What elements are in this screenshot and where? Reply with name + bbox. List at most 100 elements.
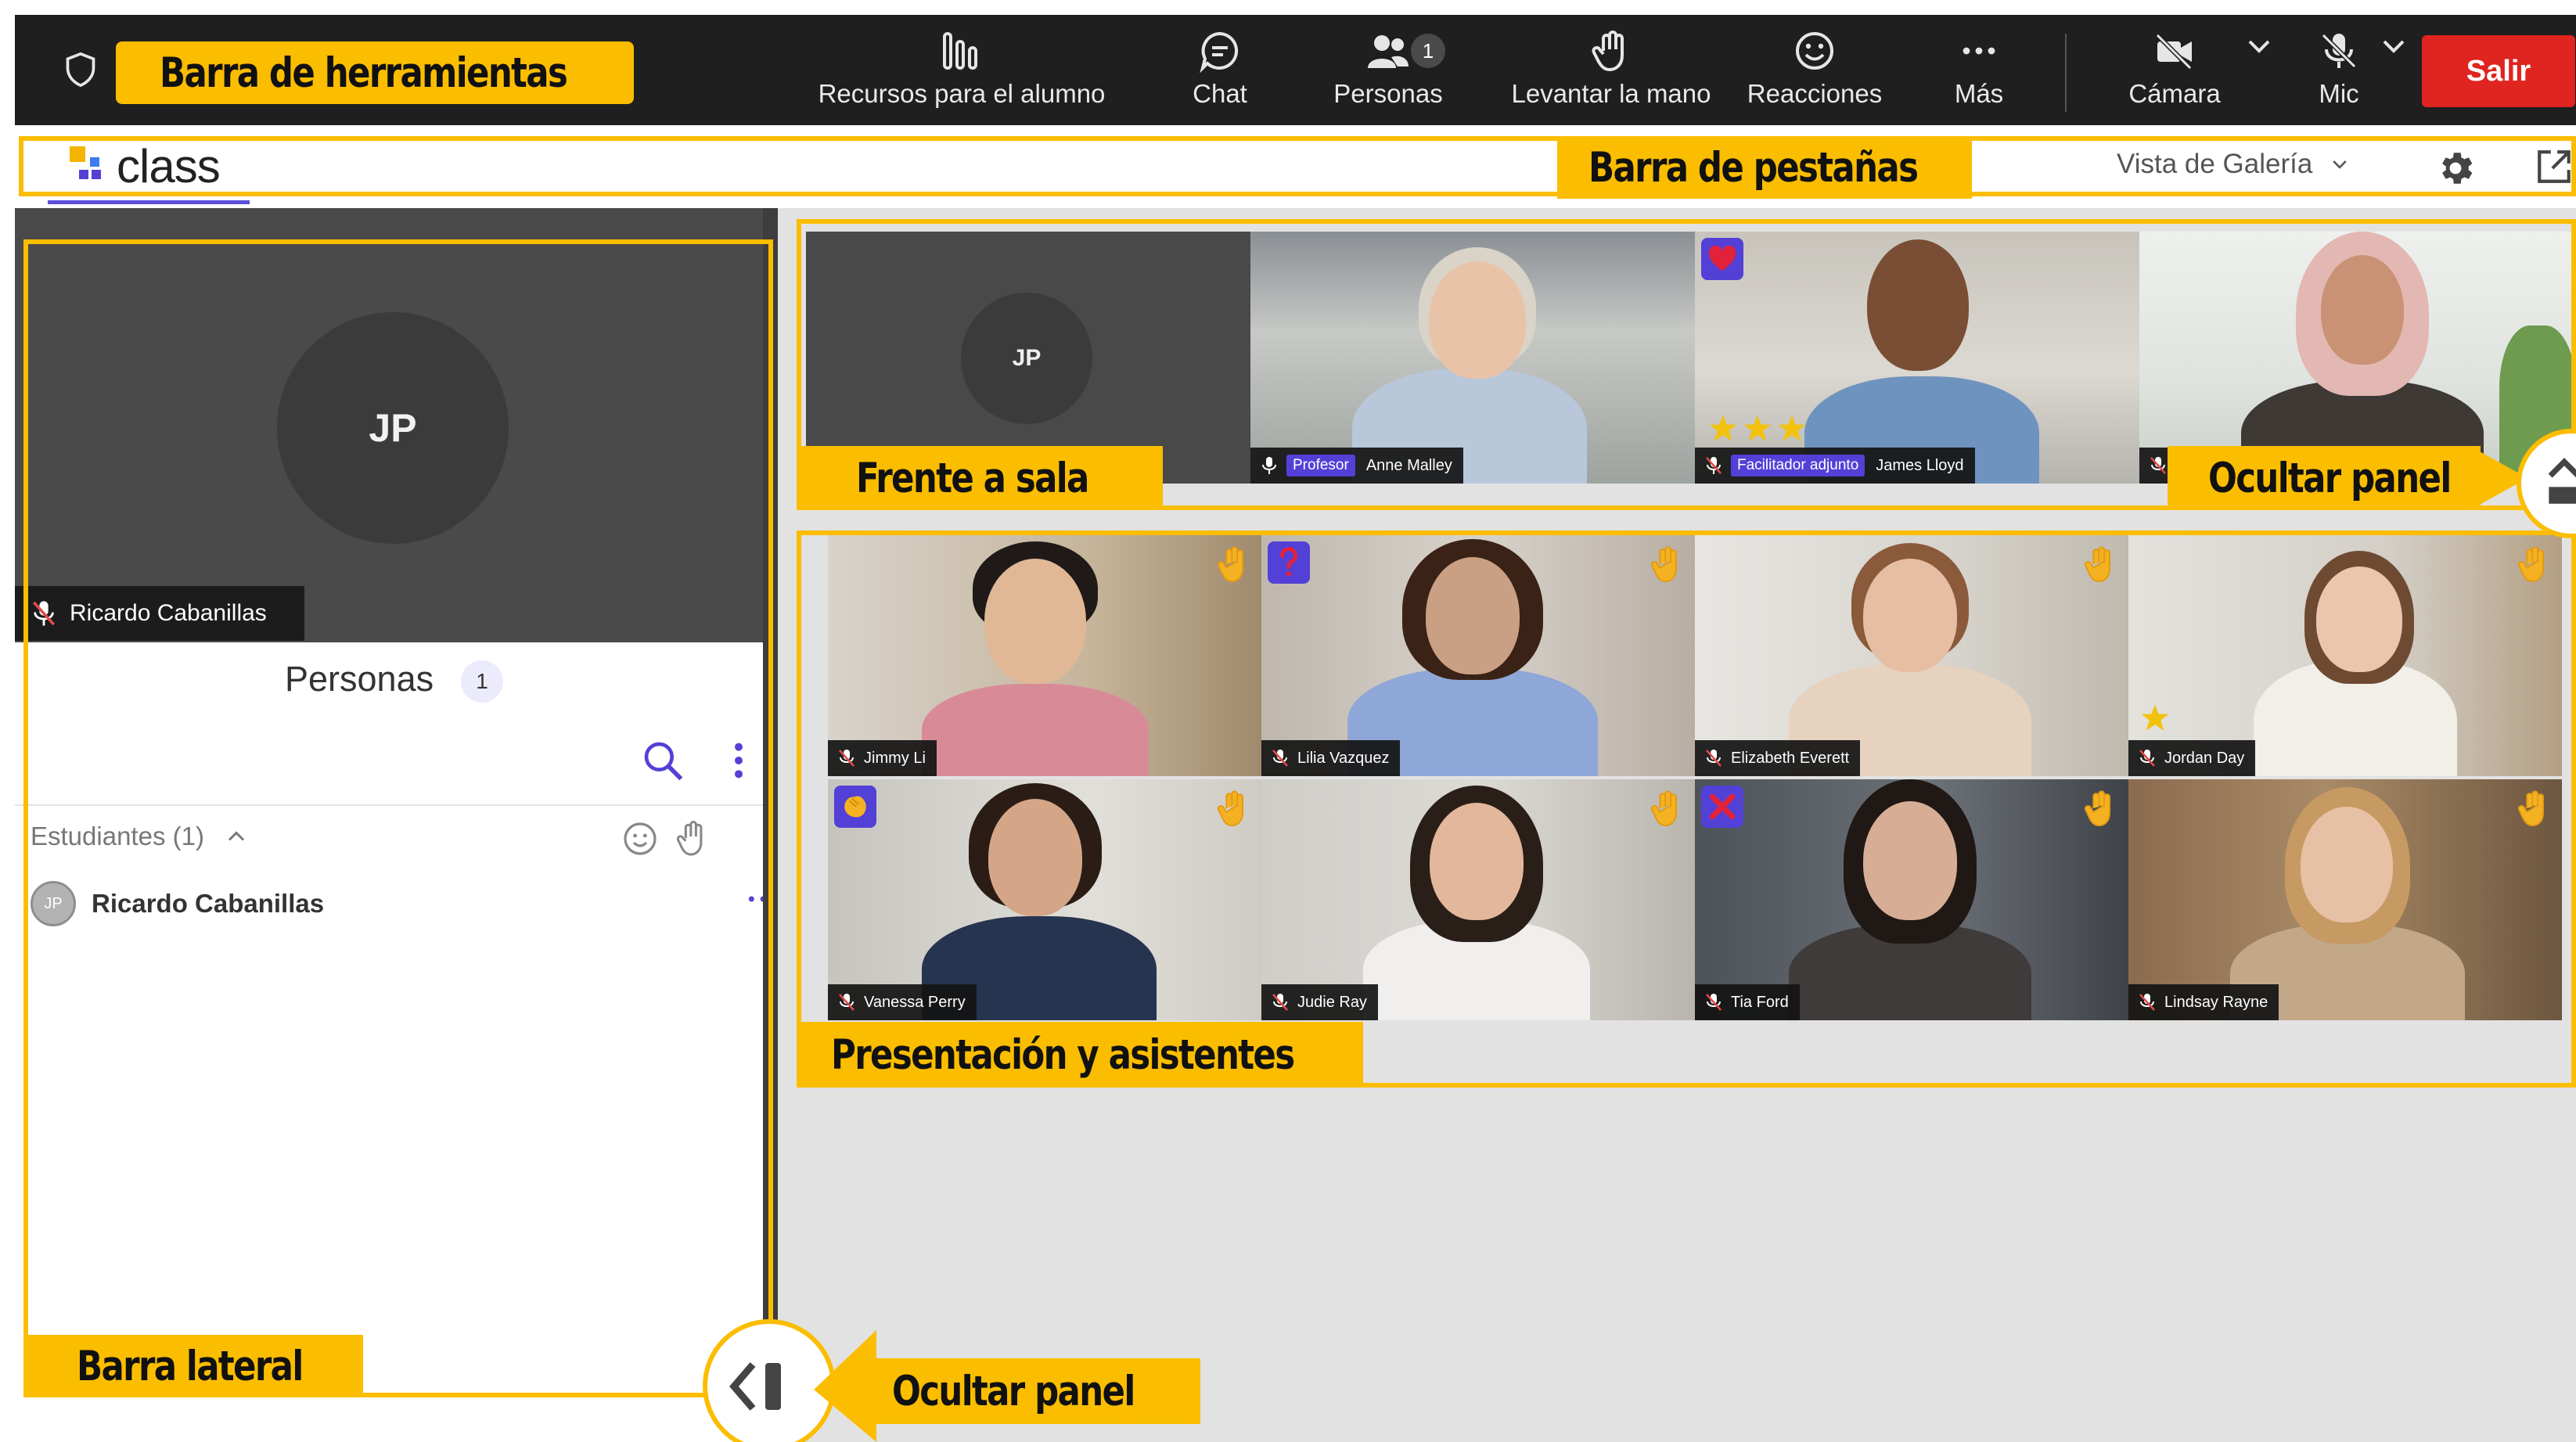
video-name-tag: Tia Ford <box>1695 984 1800 1020</box>
participant-name: Tia Ford <box>1731 993 1789 1011</box>
camera-chevron-down-icon[interactable] <box>2243 31 2275 62</box>
participant-name: Lilia Vazquez <box>1297 749 1390 767</box>
mic-muted-icon <box>2139 750 2155 767</box>
kebab-menu-icon[interactable] <box>731 740 747 781</box>
self-avatar: JP <box>277 312 509 544</box>
tabbar-callout: Barra de pestañas <box>1588 136 1919 199</box>
three-stars-icon <box>1709 415 1806 441</box>
gear-icon[interactable] <box>2434 147 2477 189</box>
role-badge: Profesor <box>1286 455 1355 476</box>
left-sidebar: JP Ricardo Cabanillas Personas 1 Estudia… <box>15 208 778 1442</box>
video-tile-attendee[interactable]: Elizabeth Everett <box>1695 535 2128 776</box>
reactions-label: Reacciones <box>1747 79 1883 108</box>
question-mark-icon <box>1279 547 1297 577</box>
student-resources-label: Recursos para el alumno <box>818 79 1106 108</box>
collapse-left-icon <box>729 1362 781 1411</box>
students-section-header[interactable]: Estudiantes (1) <box>31 822 248 851</box>
sidebar-scrollbar[interactable] <box>763 208 778 1442</box>
people-panel-count: 1 <box>461 660 503 703</box>
sidebar-callout: Barra lateral <box>77 1335 304 1397</box>
video-tile-attendee[interactable]: Judie Ray <box>1261 779 1695 1020</box>
hide-panel-top-callout: Ocultar panel <box>2208 446 2452 510</box>
more-button[interactable]: Más <box>1932 29 2026 123</box>
raised-hand-icon <box>2084 790 2110 827</box>
person-head <box>2321 255 2404 365</box>
person-head <box>1429 261 1526 379</box>
active-tab-indicator <box>48 200 250 204</box>
people-button[interactable]: Personas 1 <box>1314 29 1462 123</box>
mic-off-icon <box>2321 33 2357 69</box>
reaction-badge <box>834 786 876 828</box>
video-tile-attendee[interactable]: Lilia Vazquez <box>1261 535 1695 776</box>
video-tile-cohost[interactable]: Facilitador adjunto James Lloyd <box>1695 232 2139 484</box>
chat-label: Chat <box>1193 79 1247 108</box>
video-tile-attendee[interactable]: Lindsay Rayne <box>2128 779 2562 1020</box>
presentation-callout: Presentación y asistentes <box>831 1022 1295 1088</box>
participant-name: Judie Ray <box>1297 993 1367 1011</box>
person-head <box>988 799 1082 916</box>
clapping-hands-icon <box>844 796 866 818</box>
raised-hand-icon <box>2084 546 2110 583</box>
participant-name: Lindsay Rayne <box>2164 993 2268 1011</box>
smiley-icon <box>1796 32 1833 70</box>
chevron-down-icon <box>2333 160 2348 169</box>
reaction-badge <box>1268 541 1310 584</box>
video-tile-attendee[interactable]: Jimmy Li <box>828 535 1261 776</box>
participant-name: Anne Malley <box>1365 456 1452 474</box>
mic-muted-icon <box>839 994 854 1011</box>
self-name-tag: Ricardo Cabanillas <box>15 586 304 641</box>
mic-muted-icon <box>1706 457 1722 474</box>
popout-icon[interactable] <box>2535 147 2574 186</box>
person-head <box>2301 807 2393 922</box>
person-head <box>1867 239 1969 371</box>
video-name-tag: Vanessa Perry <box>828 984 977 1020</box>
person-head <box>1426 557 1520 674</box>
reaction-badge <box>1701 238 1743 280</box>
chevron-up-icon <box>228 831 245 841</box>
video-tile-teacher[interactable]: Profesor Anne Malley <box>1250 232 1695 484</box>
mic-muted-icon <box>32 601 56 626</box>
hand-icon <box>1592 31 1624 71</box>
front-row-avatar: JP <box>961 293 1092 424</box>
camera-button[interactable]: Cámara <box>2112 29 2237 123</box>
reaction-filter-smiley-icon[interactable] <box>621 820 659 858</box>
person-figure <box>922 684 1149 776</box>
reaction-badge <box>1701 786 1743 828</box>
mic-muted-icon <box>1706 750 1722 767</box>
person-head <box>1863 559 1957 672</box>
exit-button[interactable]: Salir <box>2422 35 2575 107</box>
participant-name: James Lloyd <box>1876 456 1964 474</box>
video-tile-attendee[interactable]: Vanessa Perry <box>828 779 1261 1020</box>
tab-bar: class Vista de Galería <box>15 131 2576 206</box>
sidebar-divider <box>15 804 778 806</box>
participant-name: Jordan Day <box>2164 749 2245 767</box>
mic-icon <box>1262 457 1276 474</box>
logo-text: class <box>117 139 221 192</box>
more-label: Más <box>1954 79 2004 108</box>
class-logo[interactable]: class <box>70 140 221 192</box>
mic-button[interactable]: Mic <box>2284 29 2394 123</box>
reactions-button[interactable]: Reacciones <box>1729 29 1901 123</box>
people-count-badge: 1 <box>1411 34 1445 68</box>
hide-panel-bottom-callout: Ocultar panel <box>892 1358 1135 1424</box>
video-tile-attendee[interactable]: Tia Ford <box>1695 779 2128 1020</box>
video-name-tag: Lilia Vazquez <box>1261 740 1401 776</box>
chat-button[interactable]: Chat <box>1165 29 1275 123</box>
mic-muted-icon <box>1706 994 1722 1011</box>
cross-mark-icon <box>1709 793 1736 820</box>
video-name-tag: Facilitador adjunto James Lloyd <box>1695 448 1975 484</box>
gallery-view-dropdown[interactable]: Vista de Galería <box>2117 149 2350 180</box>
raise-hand-label: Levantar la mano <box>1511 79 1711 108</box>
student-resources-button[interactable]: Recursos para el alumno <box>797 29 1126 123</box>
raise-hand-button[interactable]: Levantar la mano <box>1478 29 1744 123</box>
hand-filter-icon[interactable] <box>674 818 710 858</box>
chat-icon <box>1200 31 1239 73</box>
student-list-item[interactable]: JP Ricardo Cabanillas <box>31 876 778 931</box>
search-icon[interactable] <box>641 739 685 782</box>
shield-icon[interactable] <box>63 51 98 88</box>
ellipsis-icon <box>1963 47 1995 55</box>
mic-chevron-down-icon[interactable] <box>2378 31 2409 62</box>
people-label: Personas <box>1333 79 1443 108</box>
raised-hand-icon <box>2517 546 2544 583</box>
video-tile-attendee[interactable]: Jordan Day <box>2128 535 2562 776</box>
